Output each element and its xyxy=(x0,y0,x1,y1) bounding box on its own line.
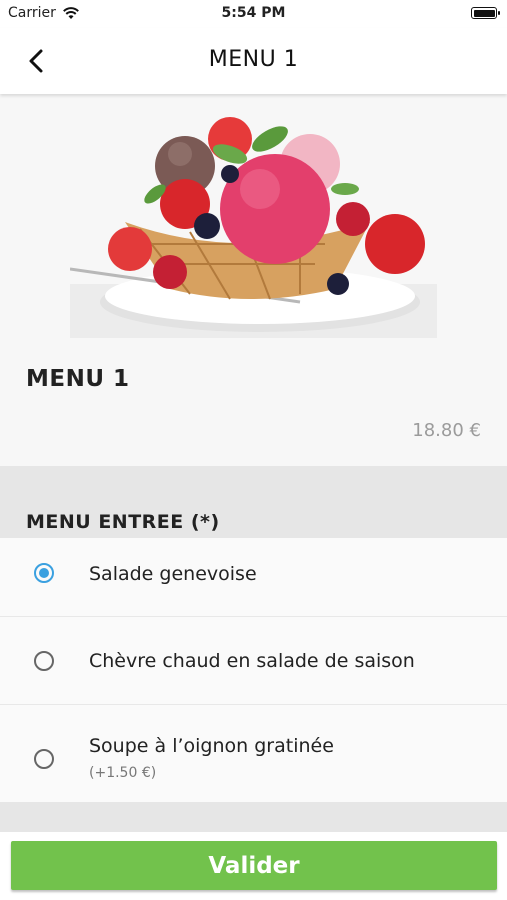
option-item[interactable]: Soupe à l’oignon gratinée (+1.50 €) xyxy=(0,705,507,802)
option-item[interactable]: Salade genevoise xyxy=(0,538,507,617)
battery-icon xyxy=(471,7,500,19)
option-label: Soupe à l’oignon gratinée xyxy=(89,735,334,757)
radio-button[interactable] xyxy=(34,651,54,671)
status-bar: Carrier 5:54 PM xyxy=(0,0,507,28)
status-time: 5:54 PM xyxy=(221,5,286,21)
section-header: MENU ENTREE (*) xyxy=(0,466,507,538)
product-info: MENU 1 18.80 € xyxy=(0,338,507,466)
navigation-bar: MENU 1 xyxy=(0,28,507,94)
page-title: MENU 1 xyxy=(208,47,299,72)
option-list: Salade genevoise Chèvre chaud en salade … xyxy=(0,538,507,802)
dessert-illustration xyxy=(70,94,437,338)
option-label: Salade genevoise xyxy=(89,563,257,585)
validate-button[interactable]: Valider xyxy=(11,841,497,890)
radio-button[interactable] xyxy=(34,749,54,769)
option-extra-price: (+1.50 €) xyxy=(89,765,157,781)
option-item[interactable]: Chèvre chaud en salade de saison xyxy=(0,617,507,705)
radio-button-selected[interactable] xyxy=(34,563,54,583)
product-title: MENU 1 xyxy=(26,366,130,392)
product-price: 18.80 € xyxy=(412,420,481,441)
option-label: Chèvre chaud en salade de saison xyxy=(89,650,415,672)
section-title: MENU ENTREE (*) xyxy=(26,511,220,533)
ice-cream-dessert-image xyxy=(70,94,437,338)
